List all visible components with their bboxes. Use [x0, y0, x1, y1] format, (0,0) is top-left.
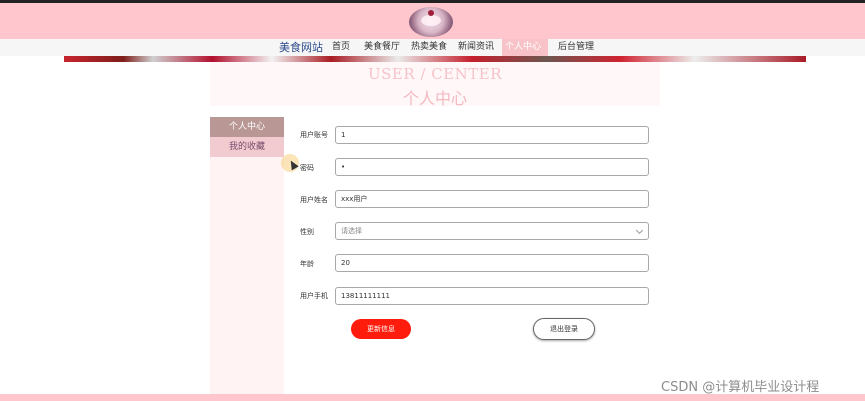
- nav-admin[interactable]: 后台管理: [555, 39, 597, 56]
- chevron-down-icon: [635, 226, 644, 235]
- label-age: 年龄: [300, 260, 314, 268]
- nav-hot-food[interactable]: 热卖美食: [408, 39, 450, 56]
- page-footer-bar: [0, 394, 865, 401]
- page-title-block: USER / CENTER 个人中心: [210, 62, 660, 108]
- sidebar-item-user-center[interactable]: 个人中心: [210, 117, 284, 137]
- label-name: 用户姓名: [300, 196, 328, 204]
- label-phone: 用户手机: [300, 292, 328, 300]
- age-field[interactable]: 20: [335, 254, 649, 272]
- label-account: 用户账号: [300, 131, 328, 139]
- phone-field[interactable]: 13811111111: [335, 287, 649, 305]
- site-header: [0, 3, 865, 39]
- label-password: 密码: [300, 164, 314, 172]
- nav-user-center[interactable]: 个人中心: [502, 39, 548, 56]
- user-sidebar: 个人中心 我的收藏: [210, 117, 284, 395]
- update-info-button[interactable]: 更新信息: [351, 319, 411, 339]
- site-logo[interactable]: [409, 7, 453, 37]
- account-field[interactable]: 1: [335, 126, 649, 144]
- label-gender: 性别: [300, 228, 314, 236]
- csdn-watermark: CSDN @计算机毕业设计程: [661, 380, 820, 395]
- nav-home[interactable]: 首页: [329, 39, 353, 56]
- page-title-cn: 个人中心: [402, 89, 467, 108]
- gender-select[interactable]: 请选择: [335, 222, 649, 240]
- page-title-en: USER / CENTER: [367, 65, 503, 83]
- nav-brand[interactable]: 美食网站: [276, 39, 326, 56]
- logout-button[interactable]: 退出登录: [533, 318, 595, 340]
- sidebar-item-favorites[interactable]: 我的收藏: [210, 137, 284, 157]
- nav-news[interactable]: 新闻资讯: [455, 39, 497, 56]
- password-field[interactable]: •: [335, 158, 649, 176]
- nav-restaurants[interactable]: 美食餐厅: [361, 39, 403, 56]
- main-navigation: 美食网站 首页 美食餐厅 热卖美食 新闻资讯 个人中心 后台管理: [0, 39, 865, 56]
- gender-select-value: 请选择: [341, 227, 362, 235]
- name-field[interactable]: xxx用户: [335, 190, 649, 208]
